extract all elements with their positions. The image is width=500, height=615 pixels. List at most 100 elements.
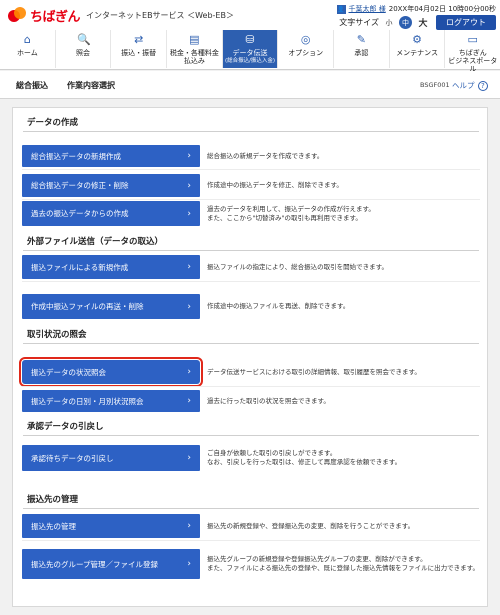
- app-header: ちばぎん インターネットEBサービス ＜Web-EB＞ 👤 千葉太郎 様 20X…: [0, 0, 500, 74]
- page-subtitle: 作業内容選択: [67, 81, 115, 90]
- menu-button[interactable]: 振込先の管理 ›: [22, 514, 200, 538]
- section-divider: [23, 343, 479, 344]
- menu-description: 総合振込の新規データを作成できます。: [207, 151, 324, 160]
- help-label: ヘルプ: [452, 81, 475, 90]
- menu-description: 振込ファイルの指定により、総合振込の取引を開始できます。: [207, 262, 388, 271]
- menu-button-label: 振込ファイルによる新規作成: [31, 262, 129, 272]
- nav-item-sublabel: (総合振込/振込入金): [224, 58, 276, 64]
- menu-button[interactable]: 振込データの日別・月別状況照会 ›: [22, 390, 200, 412]
- nav-item-option[interactable]: ◎ オプション: [278, 30, 335, 68]
- portal-icon: ▭: [467, 33, 478, 46]
- chevron-right-icon: ›: [187, 208, 191, 219]
- section-divider: [23, 131, 479, 132]
- logout-button[interactable]: ログアウト: [436, 15, 496, 30]
- service-name: インターネットEBサービス ＜Web-EB＞: [86, 11, 234, 20]
- nav-item-home[interactable]: ⌂ ホーム: [0, 30, 56, 68]
- menu-description: 作成途中の振込ファイルを再送、削除できます。: [207, 302, 350, 310]
- menu-button[interactable]: 総合振込データの修正・削除 ›: [22, 174, 200, 197]
- nav-item-approval[interactable]: ✎ 承認: [334, 30, 390, 68]
- tax-icon: ▤: [189, 33, 200, 46]
- transfer-icon: ⇄: [134, 33, 144, 46]
- menu-button-label: 振込データの日別・月別状況照会: [31, 396, 144, 406]
- nav-item-label: 承認: [354, 49, 369, 57]
- menu-button-label: 振込先の管理: [31, 521, 76, 531]
- row-divider: [22, 386, 480, 387]
- chibagin-logo-icon: [8, 6, 26, 25]
- menu-button[interactable]: 振込データの状況照会 ›: [19, 357, 203, 387]
- menu-button[interactable]: 承認待ちデータの引戻し ›: [22, 445, 200, 471]
- menu-button-label: 作成中振込ファイルの再送・削除: [31, 302, 144, 311]
- section-heading: データの作成: [27, 118, 79, 128]
- nav-item-maintenance[interactable]: ⚙ メンテナンス: [390, 30, 446, 68]
- nav-item-label: 税金・各種料金 払込み: [169, 49, 219, 65]
- logo-name: ちばぎん: [30, 10, 81, 25]
- menu-description: ご自身が依頼した取引の引戻しができます。 なお、引戻しを行った取引は、修正して再…: [207, 449, 402, 466]
- screen-code: BSGF001: [420, 81, 450, 89]
- global-nav: ⌂ ホーム 🔍 照会 ⇄ 振込・振替 ▤ 税金・各種料金 払込み ⛁ データ伝送 (総合振込/振込入…: [0, 30, 500, 74]
- chevron-right-icon: ›: [187, 396, 191, 406]
- menu-description: 振込先の新規登録や、登録振込先の変更、削除を行うことができます。: [207, 521, 415, 530]
- user-name[interactable]: 千葉太郎 様: [349, 4, 386, 14]
- nav-item-tax[interactable]: ▤ 税金・各種料金 払込み: [167, 30, 223, 68]
- data-transmission-icon: ⛁: [245, 33, 255, 46]
- section-divider: [23, 435, 479, 436]
- nav-item-label: 振込・振替: [121, 49, 157, 57]
- menu-description: 作成途中の振込データを修正、削除できます。: [207, 181, 343, 189]
- menu-button-label: 総合振込データの修正・削除: [31, 181, 129, 190]
- chevron-right-icon: ›: [187, 151, 191, 161]
- menu-button[interactable]: 振込ファイルによる新規作成 ›: [22, 255, 200, 279]
- nav-item-portal[interactable]: ▭ ちばぎん ビジネスポータル: [445, 30, 500, 74]
- nav-item-label: オプション: [288, 49, 324, 57]
- user-info: 👤 千葉太郎 様 20XX年04月02日 10時00分00秒: [336, 4, 496, 14]
- nav-item-data-transmission[interactable]: ⛁ データ伝送 (総合振込/振込入金): [222, 30, 279, 68]
- menu-button-label: 承認待ちデータの引戻し: [31, 453, 114, 463]
- menu-panel: データの作成 総合振込データの新規作成 › 総合振込の新規データを作成できます。 総合振…: [12, 107, 488, 607]
- nav-item-transfer[interactable]: ⇄ 振込・振替: [111, 30, 168, 68]
- title-bar: 総合振込 作業内容選択 BSGF001 ヘルプ ?: [0, 71, 500, 99]
- nav-item-label: ホーム: [16, 49, 38, 57]
- row-divider: [22, 169, 480, 170]
- row-divider: [22, 199, 480, 200]
- chevron-right-icon: ›: [187, 262, 191, 272]
- menu-description: データ伝送サービスにおける取引の詳細情報、取引履歴を照会できます。: [207, 367, 421, 376]
- menu-button[interactable]: 作成中振込ファイルの再送・削除 ›: [22, 294, 200, 319]
- section-heading: 承認データの引戻し: [27, 422, 104, 432]
- inquiry-icon: 🔍: [77, 33, 91, 46]
- menu-description: 振込先グループの新規登録や登録振込先グループの変更、削除ができます。 また、ファ…: [207, 555, 479, 572]
- section-divider: [23, 508, 479, 509]
- menu-button-label: 過去の振込データからの作成: [31, 209, 129, 218]
- menu-description: 過去に行った取引の状況を照会できます。: [207, 396, 330, 405]
- menu-button-label: 振込データの状況照会: [31, 367, 106, 377]
- nav-item-label: 照会: [76, 49, 90, 57]
- row-divider: [22, 281, 480, 282]
- menu-button-label: 総合振込データの新規作成: [31, 151, 121, 161]
- chevron-right-icon: ›: [187, 521, 191, 531]
- menu-button-label: 振込先のグループ管理／ファイル登録: [31, 559, 159, 569]
- bank-logo[interactable]: ちばぎん インターネットEBサービス ＜Web-EB＞: [8, 6, 234, 25]
- section-heading: 振込先の管理: [27, 495, 79, 505]
- nav-item-label: ちばぎん ビジネスポータル: [448, 49, 498, 73]
- approval-icon: ✎: [356, 33, 366, 46]
- chevron-right-icon: ›: [187, 559, 191, 569]
- option-icon: ◎: [300, 33, 311, 46]
- font-size-medium-button[interactable]: 中: [399, 16, 412, 29]
- font-size-large-button[interactable]: 大: [416, 16, 430, 30]
- menu-description: 過去のデータを利用して、振込データの作成が行えます。 また、ここから"切替済み"…: [207, 204, 375, 222]
- nav-item-inquiry[interactable]: 🔍 照会: [56, 30, 112, 68]
- user-icon: 👤: [336, 4, 346, 14]
- font-size-label: 文字サイズ: [339, 18, 379, 27]
- chevron-right-icon: ›: [187, 453, 191, 463]
- menu-button[interactable]: 過去の振込データからの作成 ›: [22, 201, 200, 226]
- row-divider: [22, 540, 480, 541]
- font-size-small-button[interactable]: 小: [383, 17, 395, 29]
- help-link[interactable]: ヘルプ ?: [452, 80, 488, 91]
- menu-button[interactable]: 総合振込データの新規作成 ›: [22, 145, 200, 167]
- chevron-right-icon: ›: [187, 367, 191, 377]
- section-heading: 外部ファイル送信（データの取込）: [27, 237, 164, 247]
- menu-button[interactable]: 振込先のグループ管理／ファイル登録 ›: [22, 549, 200, 579]
- chevron-right-icon: ›: [187, 180, 191, 191]
- nav-item-label: メンテナンス: [396, 49, 438, 57]
- maintenance-icon: ⚙: [412, 33, 422, 46]
- help-icon: ?: [477, 81, 488, 91]
- section-heading: 取引状況の照会: [27, 330, 87, 340]
